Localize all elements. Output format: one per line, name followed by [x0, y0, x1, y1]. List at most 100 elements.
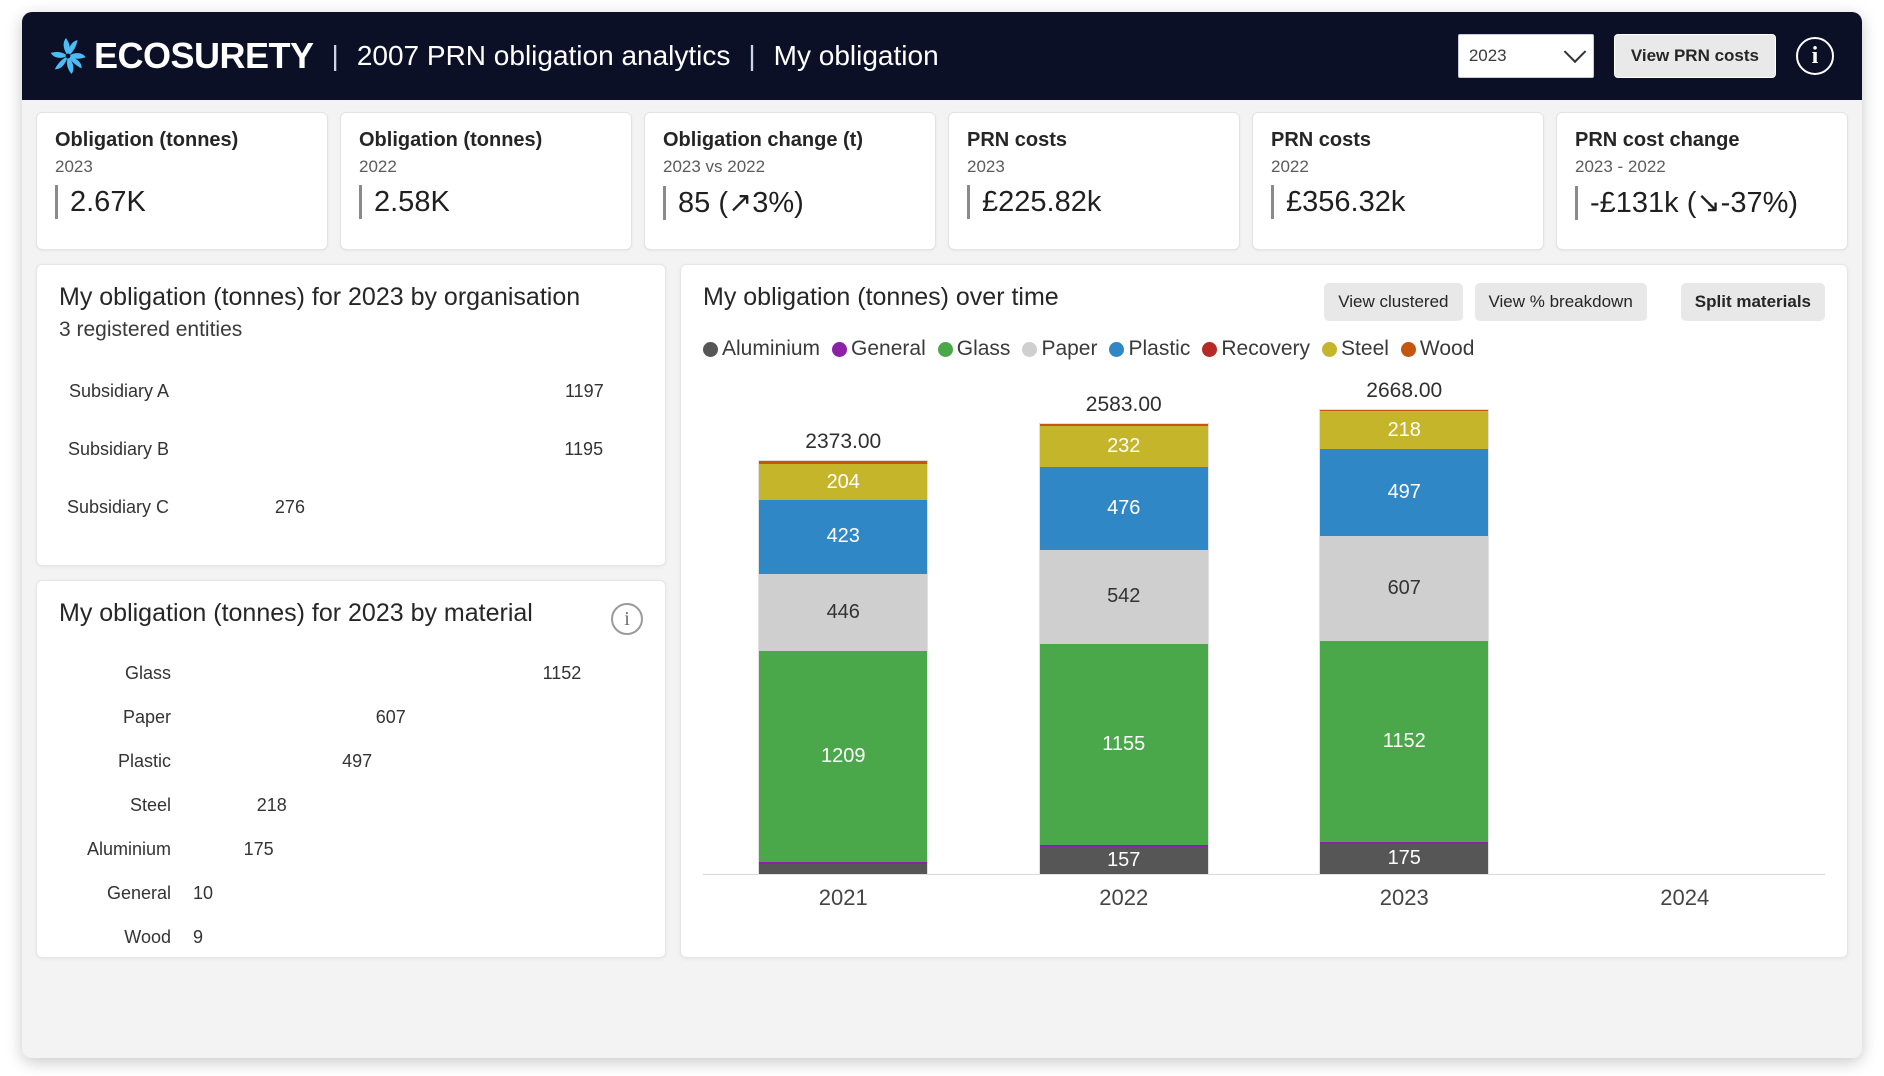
bar-track: 9	[181, 927, 643, 948]
legend-item[interactable]: Steel	[1322, 337, 1389, 361]
bar-column[interactable]: 2583.00 232 476 542 1155 157	[984, 379, 1265, 875]
kpi-value: -£131k (↘-37%)	[1590, 187, 1799, 219]
stack-segment-aluminium[interactable]: 175	[1320, 843, 1489, 874]
kpi-value: £225.82k	[982, 185, 1102, 218]
header-title-analytics: 2007 PRN obligation analytics	[356, 40, 731, 71]
stack-segment-paper[interactable]: 607	[1320, 535, 1489, 642]
legend-item[interactable]: Aluminium	[703, 337, 820, 361]
x-axis-ticks: 2021 2022 2023 2024	[703, 875, 1825, 919]
kpi-card: Obligation (tonnes) 2023 2.67K	[36, 112, 328, 250]
stacked-bar: 218 497 607 1152 175	[1319, 408, 1490, 875]
legend-label: Glass	[956, 337, 1011, 360]
kpi-accent-bar	[359, 185, 362, 219]
bar-row[interactable]: General 10	[59, 874, 643, 912]
legend-color-dot	[703, 341, 718, 357]
x-axis-tick-label: 2024	[1660, 885, 1710, 910]
bar-track: 1152	[181, 663, 643, 684]
chevron-down-icon	[1563, 40, 1587, 64]
stack-segment-glass[interactable]: 1209	[759, 651, 928, 862]
legend-item[interactable]: General	[832, 337, 926, 361]
stack-segment-aluminium[interactable]	[759, 864, 928, 874]
material-bars: Glass 1152 Paper 607 Plastic 497 Steel 218 Alumi…	[59, 654, 643, 956]
kpi-title: Obligation (tonnes)	[55, 129, 239, 151]
stack-segment-steel[interactable]: 218	[1320, 411, 1489, 450]
stack-segment-plastic[interactable]: 476	[1039, 466, 1208, 550]
bar-row[interactable]: Paper 607	[59, 698, 643, 736]
bar-column[interactable]: 2373.00 204 423 446 1209	[703, 379, 984, 875]
kpi-card: PRN costs 2022 £356.32k	[1252, 112, 1544, 250]
bar-row[interactable]: Subsidiary C 276	[59, 484, 643, 530]
stack-segment-steel[interactable]: 232	[1039, 426, 1208, 467]
stack-segment-plastic[interactable]: 497	[1320, 449, 1489, 536]
kpi-title: PRN costs	[1271, 129, 1372, 151]
kpi-accent-bar	[55, 185, 58, 219]
over-time-chart-card: My obligation (tonnes) over time View cl…	[680, 264, 1848, 958]
over-time-header: My obligation (tonnes) over time View cl…	[703, 283, 1825, 321]
kpi-card: PRN cost change 2023 - 2022 -£131k (↘-37…	[1556, 112, 1848, 250]
legend-color-dot	[1400, 341, 1416, 357]
info-icon[interactable]: i	[1796, 37, 1834, 75]
bar-track: 10	[181, 883, 643, 904]
legend-color-dot	[937, 341, 953, 357]
view-prn-costs-button[interactable]: View PRN costs	[1613, 34, 1776, 78]
brand-name: ECOSURETY	[94, 35, 314, 76]
stack-segment-glass[interactable]: 1155	[1039, 643, 1208, 845]
x-axis-tick-label: 2021	[818, 885, 868, 910]
stack-segment-aluminium[interactable]: 157	[1039, 846, 1208, 874]
bar-category-label: Paper	[122, 706, 171, 727]
bar-track: 497	[181, 751, 643, 772]
left-column: My obligation (tonnes) for 2023 by organ…	[36, 264, 666, 994]
legend-label: General	[851, 337, 926, 360]
bar-column[interactable]	[1545, 379, 1826, 875]
app-header: ECOSURETY | 2007 PRN obligation analytic…	[22, 12, 1862, 100]
bar-row[interactable]: Plastic 497	[59, 742, 643, 780]
bar-row[interactable]: Aluminium 175	[59, 830, 643, 868]
bar-category-label: Wood	[124, 926, 171, 947]
bar-row[interactable]: Subsidiary A 1197	[59, 368, 643, 414]
bar-value-label: 1195	[564, 438, 604, 459]
stack-segment-glass[interactable]: 1152	[1320, 641, 1489, 842]
kpi-value: £356.32k	[1286, 185, 1406, 218]
stack-segment-paper[interactable]: 542	[1039, 549, 1208, 644]
legend-item[interactable]: Plastic	[1109, 337, 1190, 361]
kpi-card: Obligation change (t) 2023 vs 2022 85 (↗…	[644, 112, 936, 250]
kpi-row: Obligation (tonnes) 2023 2.67K Obligatio…	[36, 112, 1848, 250]
legend-item[interactable]: Recovery	[1202, 337, 1310, 361]
stack-segment-paper[interactable]: 446	[759, 573, 928, 652]
legend-label: Wood	[1419, 337, 1475, 360]
view-percent-breakdown-button[interactable]: View % breakdown	[1474, 283, 1647, 321]
over-time-chart-title: My obligation (tonnes) over time	[703, 283, 1059, 311]
legend-item[interactable]: Wood	[1400, 337, 1475, 361]
legend-color-dot	[1109, 341, 1125, 357]
kpi-value: 2.58K	[374, 185, 450, 218]
legend-item[interactable]: Glass	[937, 337, 1011, 361]
organisation-chart-title: My obligation (tonnes) for 2023 by organ…	[59, 283, 581, 311]
stacked-bar: 204 423 446 1209	[758, 459, 929, 875]
bar-category-label: Subsidiary C	[66, 496, 169, 517]
bar-column[interactable]: 2668.00 218 497 607 1152 175	[1264, 379, 1545, 875]
kpi-value: 2.67K	[70, 185, 146, 218]
view-clustered-button[interactable]: View clustered	[1324, 283, 1463, 321]
kpi-accent-bar	[663, 185, 666, 220]
legend-item[interactable]: Paper	[1022, 337, 1097, 361]
stack-segment-steel[interactable]: 204	[759, 464, 928, 500]
kpi-value: 85 (↗3%)	[678, 187, 804, 219]
organisation-bars: Subsidiary A 1197 Subsidiary B 1195 Subsidia…	[59, 368, 643, 530]
bar-track: 218	[181, 795, 643, 816]
info-icon[interactable]: i	[611, 603, 643, 635]
right-column: My obligation (tonnes) over time View cl…	[680, 264, 1848, 994]
stack-segment-plastic[interactable]: 423	[759, 499, 928, 574]
legend-color-dot	[1022, 341, 1038, 357]
split-materials-button[interactable]: Split materials	[1680, 283, 1825, 321]
organisation-chart-card: My obligation (tonnes) for 2023 by organ…	[36, 264, 666, 566]
bar-row[interactable]: Subsidiary B 1195	[59, 426, 643, 472]
year-select[interactable]: 2023	[1457, 34, 1594, 78]
bar-row[interactable]: Wood 9	[59, 918, 643, 956]
bar-row[interactable]: Steel 218	[59, 786, 643, 824]
header-controls: 2023 View PRN costs i	[1457, 34, 1834, 78]
bar-category-label: General	[106, 882, 171, 903]
dashboard-body: Obligation (tonnes) 2023 2.67K Obligatio…	[22, 100, 1862, 1058]
kpi-subtitle: 2023 vs 2022	[663, 157, 766, 176]
bar-row[interactable]: Glass 1152	[59, 654, 643, 692]
stacked-bar: 232 476 542 1155 157	[1038, 423, 1209, 875]
